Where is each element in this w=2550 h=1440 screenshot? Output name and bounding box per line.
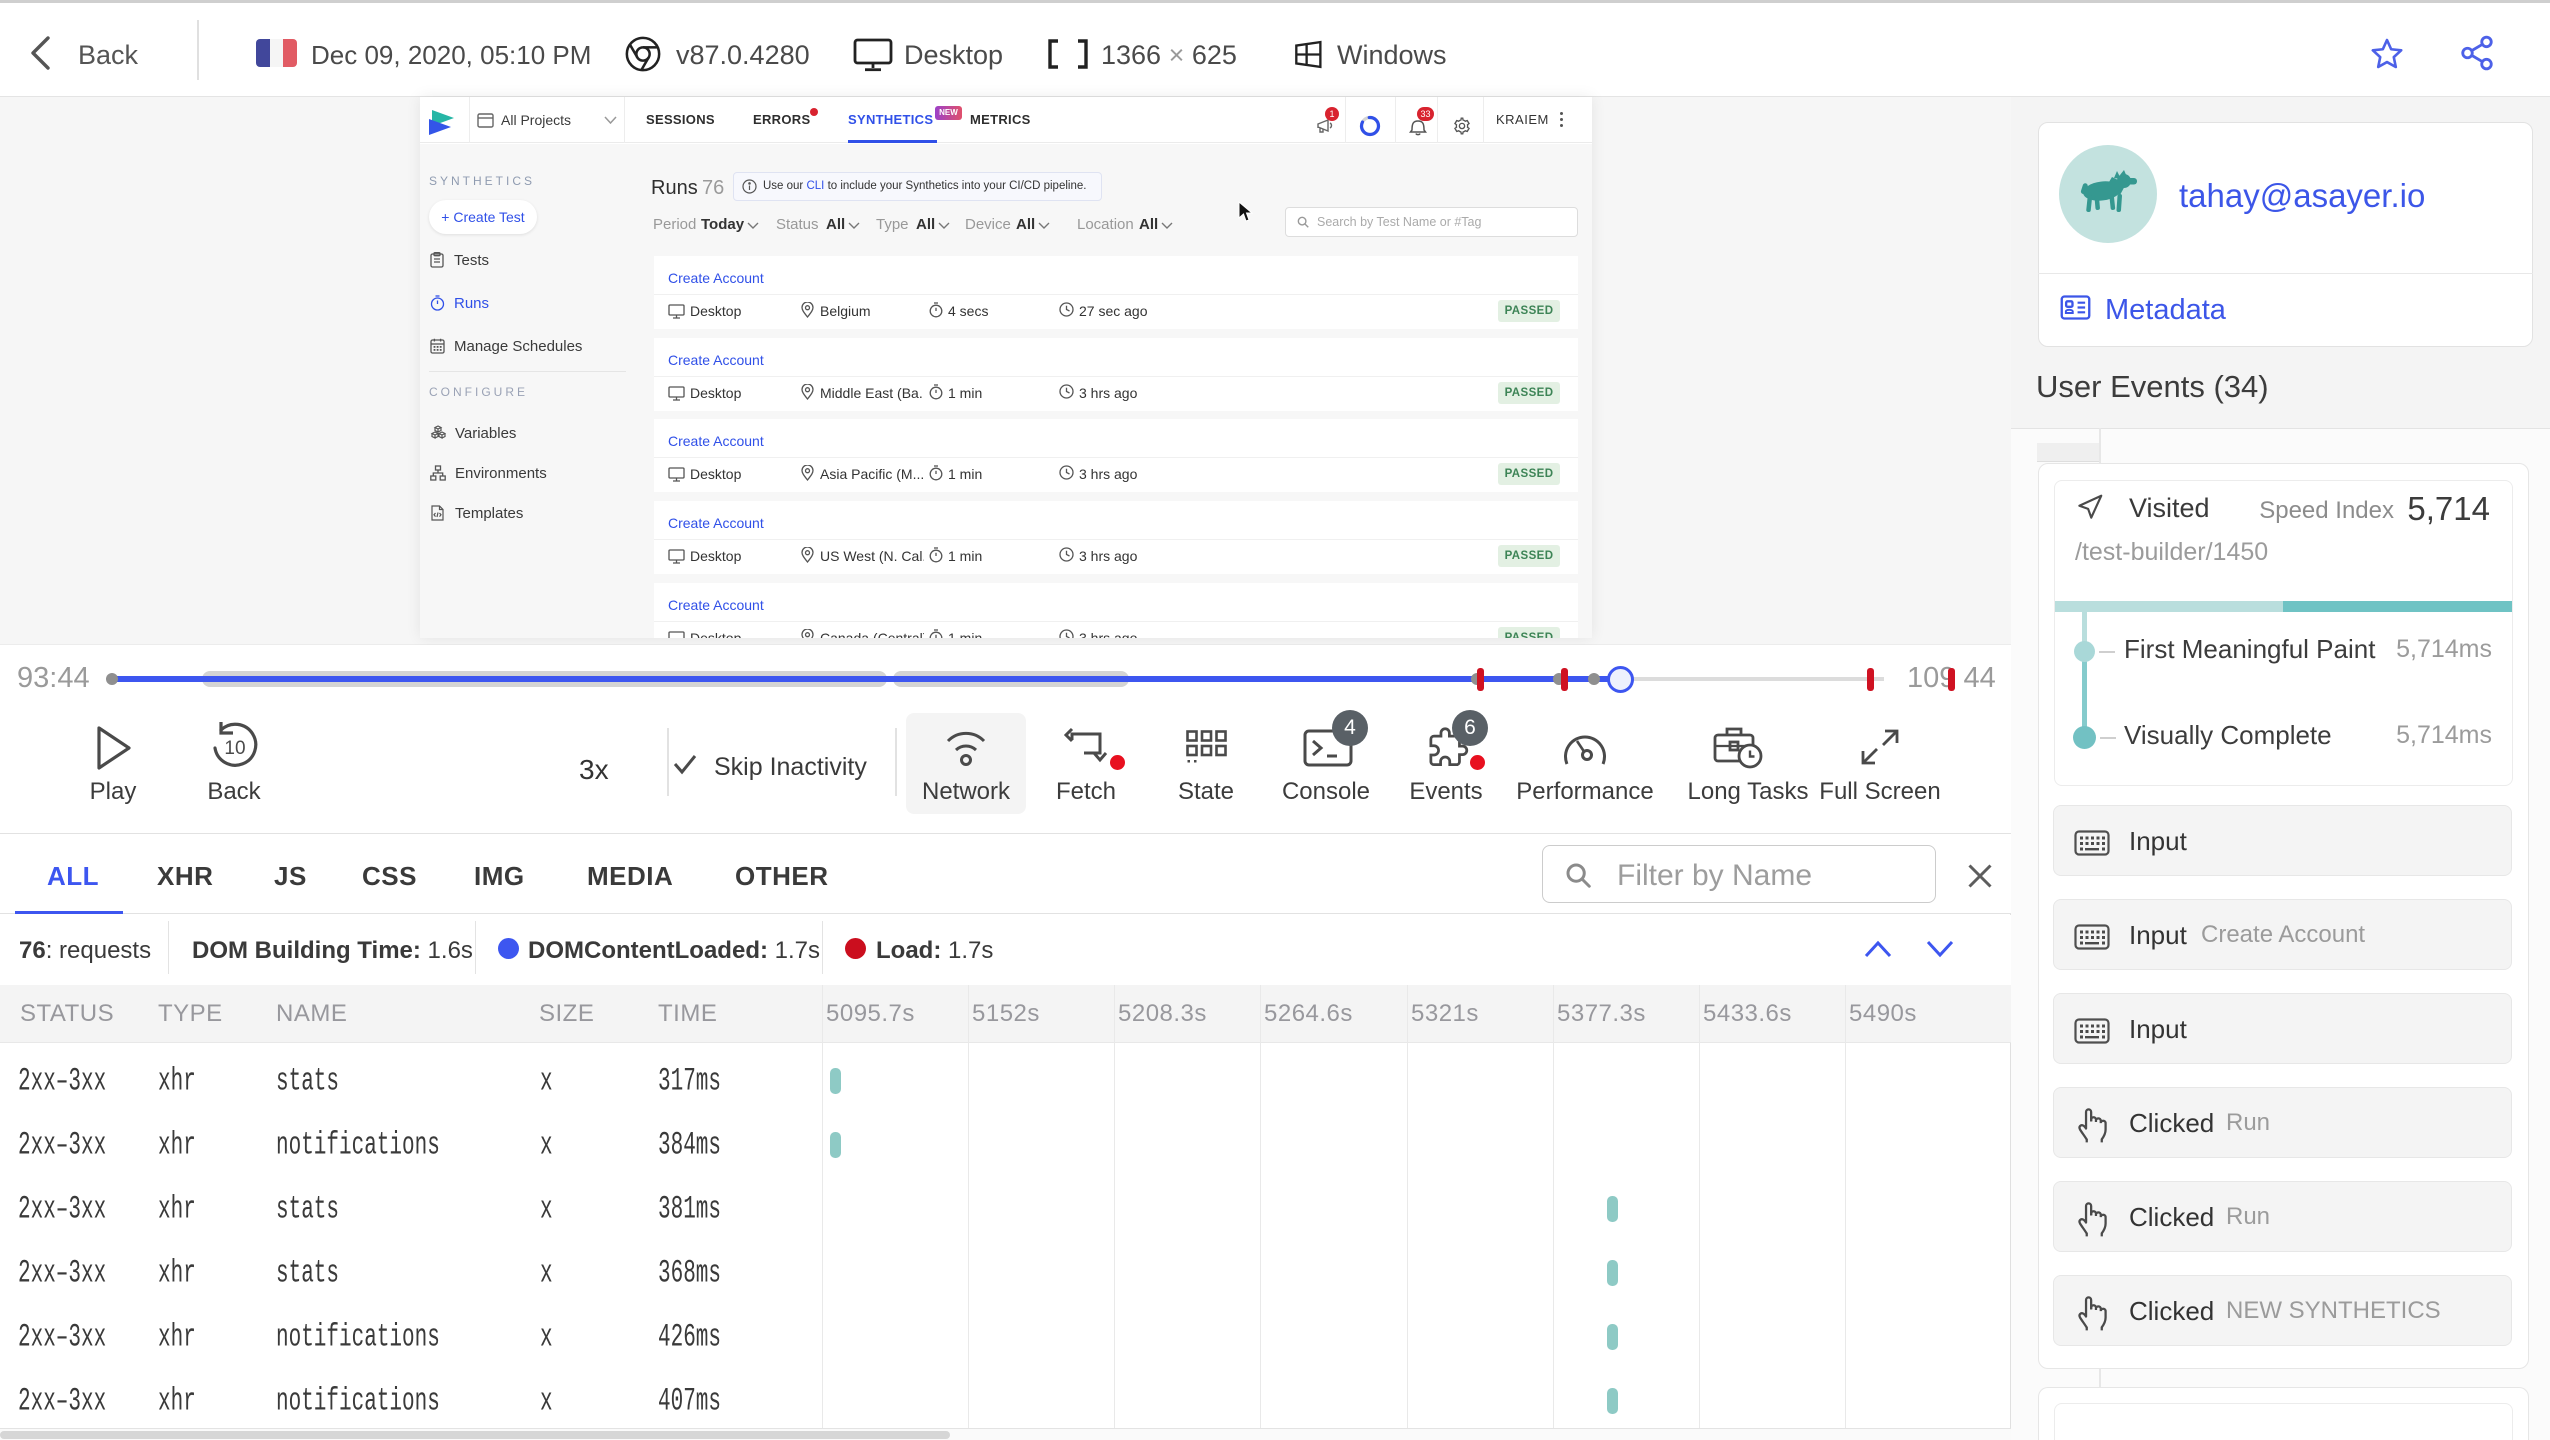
svg-text:10: 10 — [224, 738, 245, 759]
